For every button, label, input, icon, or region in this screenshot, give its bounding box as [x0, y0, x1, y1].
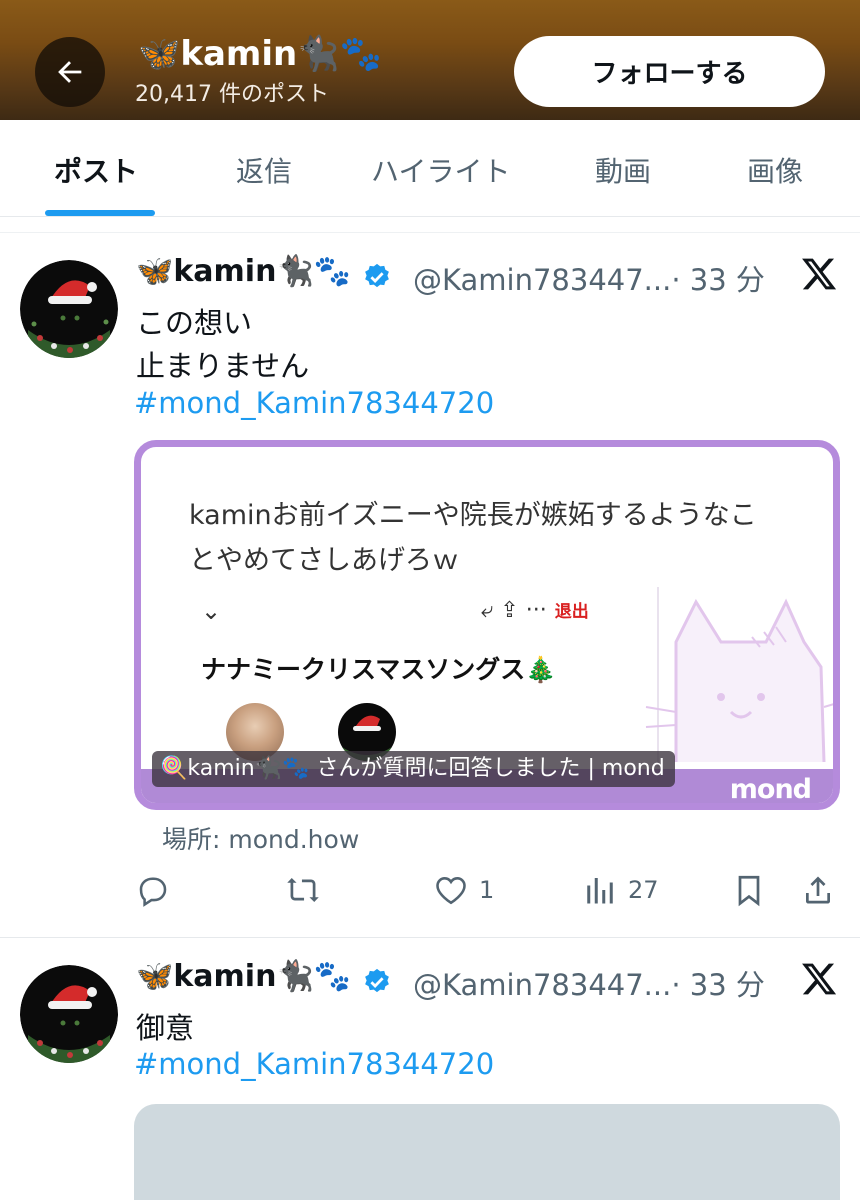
santa-cat-avatar-icon — [20, 965, 118, 1063]
tweet-text-line: 止まりません — [136, 349, 310, 383]
active-tab-indicator — [45, 210, 155, 216]
avatar[interactable] — [20, 260, 118, 358]
arrow-left-icon — [58, 61, 82, 83]
x-logo-icon[interactable] — [800, 960, 838, 998]
card-action-row: ⤶ ⇪ ··· 退出 — [481, 597, 589, 623]
cat-drawing-icon — [645, 587, 833, 767]
hashtag-link[interactable]: #mond_Kamin78344720 — [134, 1047, 494, 1081]
tab-images[interactable]: 画像 — [747, 150, 803, 190]
profile-header: 🦋kamin🐈‍⬛🐾 20,417 件のポスト フォローする — [0, 0, 860, 120]
link-card[interactable]: kaminお前イズニーや院長が嫉妬するようなこ とやめてさしあげろｗ ⌄ ⤶ ⇪… — [134, 440, 840, 810]
tab-videos[interactable]: 動画 — [595, 150, 651, 190]
share-icon — [806, 876, 830, 904]
views-button[interactable]: 27 — [582, 872, 659, 908]
bookmark-icon — [738, 875, 760, 907]
heart-icon — [436, 877, 466, 905]
like-count: 1 — [479, 876, 495, 904]
mond-logo: mond — [729, 774, 812, 805]
tweet-time[interactable]: · 33 分 — [671, 968, 765, 1002]
card-question-line: kaminお前イズニーや院長が嫉妬するようなこ — [189, 500, 757, 531]
card-action-icons: ⤶ ⇪ ··· — [481, 598, 547, 623]
view-count: 27 — [628, 876, 659, 904]
tweet-handle-time: @Kamin783447...· 33 分 — [413, 257, 765, 299]
back-button[interactable] — [35, 37, 105, 107]
tweet-text-line: 御意 — [136, 1011, 195, 1045]
tweet-handle[interactable]: @Kamin783447... — [413, 968, 671, 1002]
like-button[interactable]: 1 — [433, 872, 494, 908]
tab-highlights[interactable]: ハイライト — [371, 150, 510, 190]
repost-icon — [287, 878, 319, 902]
card-question-line: とやめてさしあげろｗ — [189, 545, 459, 576]
tweet-handle[interactable]: @Kamin783447... — [413, 263, 671, 297]
follow-button[interactable]: フォローする — [514, 36, 825, 107]
hashtag-link[interactable]: #mond_Kamin78344720 — [134, 386, 494, 420]
tweet-divider — [0, 937, 860, 938]
verified-badge-icon — [365, 968, 390, 992]
card-source[interactable]: 場所: mond.how — [162, 820, 359, 856]
tweet-header: 🦋kamin🐈‍⬛🐾 — [136, 254, 392, 292]
media-preview[interactable] — [134, 1104, 840, 1200]
tweet-actions: 1 27 — [0, 864, 860, 918]
santa-cat-avatar-icon — [20, 260, 118, 358]
card-title: ナナミークリスマスソングス🎄 — [201, 655, 557, 684]
card-leave-label: 退出 — [554, 602, 589, 622]
profile-name: 🦋kamin🐈‍⬛🐾 — [138, 34, 382, 74]
share-button[interactable] — [800, 872, 836, 908]
tweet-author-name[interactable]: 🦋kamin🐈‍⬛🐾 — [136, 254, 351, 289]
chevron-down-icon: ⌄ — [201, 597, 222, 625]
bookmark-button[interactable] — [731, 872, 767, 908]
tab-posts[interactable]: ポスト — [54, 150, 138, 190]
profile-tabs: ポスト 返信 ハイライト 動画 画像 — [0, 120, 860, 217]
tab-divider — [0, 217, 860, 233]
reply-button[interactable] — [135, 872, 181, 908]
reply-icon — [139, 877, 167, 907]
tweet-text-line: この想い — [136, 306, 253, 340]
views-chart-icon — [587, 878, 613, 904]
verified-badge-icon — [365, 263, 390, 287]
tweet-handle-time: @Kamin783447...· 33 分 — [413, 962, 765, 1004]
tweet-time[interactable]: · 33 分 — [671, 263, 765, 297]
tab-replies[interactable]: 返信 — [236, 150, 292, 190]
avatar[interactable] — [20, 965, 118, 1063]
tweet-author-name[interactable]: 🦋kamin🐈‍⬛🐾 — [136, 959, 351, 994]
x-logo-icon[interactable] — [800, 255, 838, 293]
post-count: 20,417 件のポスト — [135, 82, 329, 107]
tweet-header: 🦋kamin🐈‍⬛🐾 — [136, 959, 392, 997]
card-question: kaminお前イズニーや院長が嫉妬するようなこ とやめてさしあげろｗ — [189, 493, 757, 583]
card-caption: 🍭kamin🐈‍⬛🐾 さんが質問に回答しました | mond — [152, 751, 675, 787]
repost-button[interactable] — [285, 872, 331, 908]
